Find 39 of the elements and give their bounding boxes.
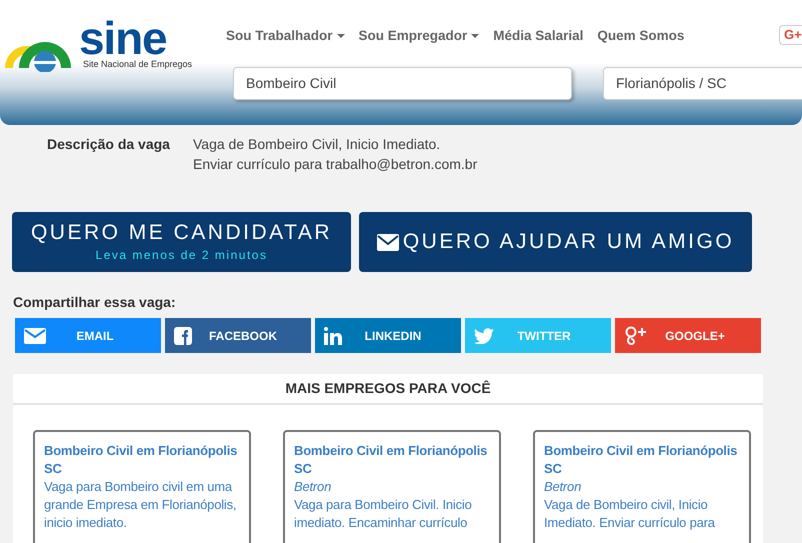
bird-icon	[474, 328, 494, 344]
job-card[interactable]: Bombeiro Civil em Florianópolis SC Vaga para Bombeiro civil em uma grande Empresa em Florianópolis, inicio imediato.	[33, 430, 251, 543]
description-label: Descrição da vaga	[47, 135, 171, 154]
facebook-icon	[174, 326, 192, 344]
help-friend-button[interactable]: QUERO AJUDAR UM AMIGO	[359, 212, 752, 272]
share-label: Compartilhar essa vaga:	[13, 293, 176, 312]
description-text: Enviar currículo para trabalho@betron.com.br	[193, 155, 478, 174]
company-name: Betron	[544, 478, 582, 496]
company-name: Betron	[294, 478, 332, 496]
google-plus-badge[interactable]: G+	[779, 25, 802, 45]
nav-link[interactable]: Média Salarial	[493, 26, 584, 46]
job-card[interactable]: Bombeiro Civil em Florianópolis SC Betron Vaga para Bombeiro Civil. Inicio imediato. Encaminhar currículo	[283, 430, 501, 543]
nav-link[interactable]: Sou Trabalhador	[226, 26, 345, 46]
job-title-link[interactable]: Bombeiro Civil em Florianópolis SC	[544, 442, 740, 478]
nav-link[interactable]: Quem Somos	[597, 26, 684, 46]
caret-icon	[336, 34, 345, 38]
section-title: MAIS EMPREGOS PARA VOCÊ	[285, 379, 491, 398]
nav-link[interactable]: Sou Empregador	[358, 26, 480, 46]
job-title-link[interactable]: Bombeiro Civil em Florianópolis SC	[294, 442, 490, 478]
job-summary: Vaga para Bombeiro civil em uma grande Empresa em Florianópolis, inicio imediato.	[44, 478, 238, 532]
share-google-button[interactable]: GOOGLE+	[615, 318, 761, 353]
job-card[interactable]: Bombeiro Civil em Florianópolis SC Betron Vaga de Bombeiro civil, Inicio Imediato. Enviar currículo para	[533, 430, 751, 543]
share-facebook-button[interactable]: FACEBOOK	[165, 318, 311, 353]
job-summary: Vaga de Bombeiro civil, Inicio Imediato. Enviar currículo para	[544, 496, 716, 532]
job-title-link[interactable]: Bombeiro Civil em Florianópolis SC	[44, 442, 240, 478]
location-field[interactable]: Florianópolis / SC	[603, 67, 802, 100]
share-email-button[interactable]: EMAIL	[15, 318, 161, 353]
google-plus-icon	[624, 326, 646, 346]
envelope-icon	[376, 234, 399, 250]
description-text: Vaga de Bombeiro Civil, Inicio Imediato.	[193, 135, 442, 154]
envelope-icon	[24, 328, 46, 344]
logo-tagline: Site Nacional de Empregos	[82, 58, 192, 71]
apply-button[interactable]: QUERO ME CANDIDATAR Leva menos de 2 minutos	[12, 212, 351, 272]
share-linkedin-button[interactable]: LINKEDIN	[315, 318, 461, 353]
caret-icon	[471, 34, 480, 38]
search-field[interactable]: Bombeiro Civil	[233, 67, 572, 100]
job-summary: Vaga para Bombeiro Civil. Inicio imediato. Encaminhar currículo	[294, 496, 473, 532]
linkedin-icon	[324, 326, 342, 344]
logo-text: sine	[79, 18, 166, 58]
